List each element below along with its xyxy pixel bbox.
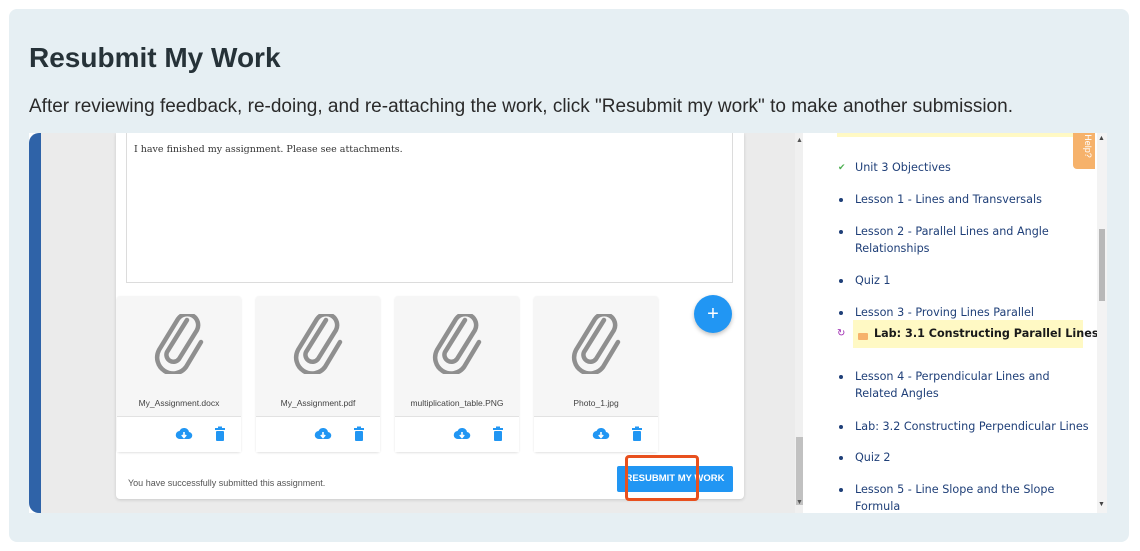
- bullet-icon: [839, 311, 843, 315]
- cloud-download-icon[interactable]: [592, 425, 610, 443]
- screenshot-accent-bar: [29, 133, 41, 513]
- sidebar-item-quiz2[interactable]: Quiz 2: [839, 449, 891, 466]
- help-tab[interactable]: Help?: [1073, 133, 1095, 169]
- cloud-download-icon[interactable]: [453, 425, 471, 443]
- add-attachment-button[interactable]: +: [694, 295, 732, 333]
- help-tab-label: Help?: [1082, 134, 1093, 158]
- attachment-filename: My_Assignment.docx: [138, 398, 220, 408]
- sidebar-scrollbar[interactable]: ▲ ▼: [1097, 133, 1107, 513]
- scroll-down-arrow-icon[interactable]: ▼: [796, 499, 803, 506]
- sidebar-item-lesson5[interactable]: Lesson 5 - Line Slope and the Slope Form…: [839, 481, 1060, 513]
- bullet-icon: [839, 279, 843, 283]
- comment-textarea[interactable]: I have finished my assignment. Please se…: [126, 133, 733, 283]
- comment-text: I have finished my assignment. Please se…: [134, 144, 403, 155]
- sidebar-item-lab-3-1[interactable]: Lab: 3.1 Constructing Parallel Lines: [874, 327, 1098, 340]
- sidebar-item-label: Lesson 5 - Line Slope and the Slope Form…: [855, 483, 1055, 513]
- trash-icon[interactable]: [628, 425, 646, 443]
- sidebar-item-label: Lesson 1 - Lines and Transversals: [855, 193, 1042, 206]
- sidebar-item-quiz1[interactable]: Quiz 1: [839, 272, 891, 289]
- paperclip-icon: [154, 314, 204, 374]
- trash-icon[interactable]: [211, 425, 229, 443]
- section-intro: After reviewing feedback, re-doing, and …: [29, 96, 1013, 117]
- trash-icon[interactable]: [489, 425, 507, 443]
- screenshot-frame: I have finished my assignment. Please se…: [29, 133, 1107, 513]
- check-icon: ✔: [838, 162, 846, 172]
- attachment-card[interactable]: My_Assignment.pdf: [256, 296, 380, 452]
- trash-icon[interactable]: [350, 425, 368, 443]
- sidebar-item-label: Lesson 4 - Perpendicular Lines and Relat…: [855, 370, 1050, 400]
- flag-icon: [858, 333, 868, 340]
- bullet-icon: [839, 230, 843, 234]
- submission-panel: I have finished my assignment. Please se…: [116, 133, 744, 501]
- sidebar-item-lesson4[interactable]: Lesson 4 - Perpendicular Lines and Relat…: [839, 368, 1060, 402]
- bullet-icon: [839, 488, 843, 492]
- sidebar-item-label: Quiz 2: [855, 451, 891, 464]
- attachment-card[interactable]: My_Assignment.docx: [117, 296, 241, 452]
- scroll-up-arrow-icon[interactable]: ▲: [1098, 135, 1105, 142]
- attachment-filename: Photo_1.jpg: [573, 398, 619, 408]
- cloud-download-icon[interactable]: [175, 425, 193, 443]
- sidebar-item-label: Quiz 1: [855, 274, 891, 287]
- instruction-card: Resubmit My Work After reviewing feedbac…: [9, 9, 1129, 542]
- bullet-icon: [839, 198, 843, 202]
- sidebar-item-unit3-objectives[interactable]: Unit 3 Objectives: [855, 159, 951, 176]
- bullet-icon: [839, 375, 843, 379]
- sidebar-item-label: Lesson 2 - Parallel Lines and Angle Rela…: [855, 225, 1049, 255]
- attachment-actions: [534, 416, 658, 452]
- scroll-down-arrow-icon[interactable]: ▼: [1098, 501, 1105, 508]
- success-message: You have successfully submitted this ass…: [128, 478, 326, 488]
- paperclip-icon: [571, 314, 621, 374]
- sidebar-top-highlight: [837, 133, 1073, 137]
- bullet-icon: [839, 456, 843, 460]
- callout-highlight: [625, 455, 699, 501]
- in-progress-icon: ↻: [837, 328, 846, 339]
- sidebar-item-label: Lesson 3 - Proving Lines Parallel: [855, 306, 1035, 319]
- paperclip-icon: [293, 314, 343, 374]
- sidebar-item-label: Lab: 3.2 Constructing Perpendicular Line…: [855, 420, 1089, 433]
- scroll-up-arrow-icon[interactable]: ▲: [796, 137, 803, 144]
- attachment-card[interactable]: Photo_1.jpg: [534, 296, 658, 452]
- attachment-actions: [117, 416, 241, 452]
- bullet-icon: [839, 425, 843, 429]
- attachment-card[interactable]: multiplication_table.PNG: [395, 296, 519, 452]
- paperclip-icon: [432, 314, 482, 374]
- attachment-actions: [395, 416, 519, 452]
- section-title: Resubmit My Work: [29, 42, 281, 73]
- assignment-pane: I have finished my assignment. Please se…: [41, 133, 805, 513]
- attachment-filename: My_Assignment.pdf: [280, 398, 356, 408]
- sidebar-item-lesson3[interactable]: Lesson 3 - Proving Lines Parallel: [839, 304, 1035, 321]
- cloud-download-icon[interactable]: [314, 425, 332, 443]
- attachment-filename: multiplication_table.PNG: [410, 398, 504, 408]
- attachment-actions: [256, 416, 380, 452]
- sidebar-item-lab-3-2[interactable]: Lab: 3.2 Constructing Perpendicular Line…: [839, 418, 1089, 435]
- sidebar-item-lesson2[interactable]: Lesson 2 - Parallel Lines and Angle Rela…: [839, 223, 1055, 257]
- scrollbar-thumb[interactable]: [1099, 229, 1105, 301]
- lesson-sidebar: Help? ✔ Unit 3 Objectives Lesson 1 - Lin…: [803, 133, 1107, 513]
- sidebar-item-lesson1[interactable]: Lesson 1 - Lines and Transversals: [839, 191, 1042, 208]
